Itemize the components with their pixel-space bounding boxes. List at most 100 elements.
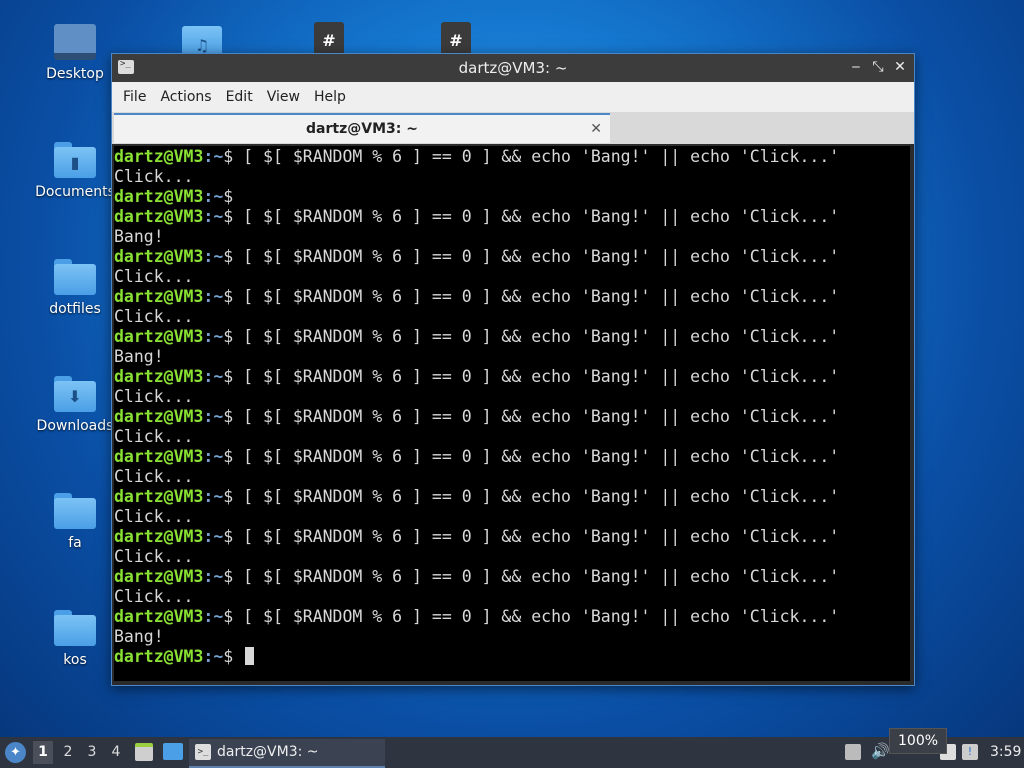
command-text: [ $[ $RANDOM % 6 ] == 0 ] && echo 'Bang!… (243, 607, 840, 626)
menu-file[interactable]: File (116, 89, 153, 105)
taskbar: ✦ 1 2 3 4 >_ dartz@VM3: ~ 🔊 ! 3:59 (0, 737, 1024, 768)
terminal-command-line: dartz@VM3:~$ [ $[ $RANDOM % 6 ] == 0 ] &… (114, 287, 910, 307)
terminal-output-line: Bang! (114, 627, 164, 646)
terminal-output-line: Click... (114, 427, 194, 446)
command-text: [ $[ $RANDOM % 6 ] == 0 ] && echo 'Bang!… (243, 447, 840, 466)
window-titlebar[interactable]: dartz@VM3: ~ ‒ ⤡ ✕ (112, 54, 914, 82)
terminal-command-line: dartz@VM3:~$ [ $[ $RANDOM % 6 ] == 0 ] &… (114, 527, 910, 547)
workspace-1[interactable]: 1 (33, 741, 53, 764)
prompt-user: dartz@VM3 (114, 187, 204, 206)
tab-bar: dartz@VM3: ~ ✕ (112, 112, 914, 144)
prompt-path: :~ (203, 367, 224, 386)
desktop-icon-desktop[interactable]: Desktop (35, 24, 115, 82)
prompt-sign: $ (223, 367, 244, 386)
terminal-cursor (245, 647, 255, 665)
command-text: [ $[ $RANDOM % 6 ] == 0 ] && echo 'Bang!… (243, 487, 840, 506)
command-text: [ $[ $RANDOM % 6 ] == 0 ] && echo 'Bang!… (243, 527, 840, 546)
prompt-path: :~ (203, 327, 224, 346)
folder-icon (54, 610, 96, 646)
prompt-sign: $ (223, 187, 244, 206)
prompt-path: :~ (203, 287, 224, 306)
notification-icon[interactable]: ! (962, 744, 978, 760)
spreadsheet-file-icon[interactable]: # (314, 22, 344, 56)
tab-terminal[interactable]: dartz@VM3: ~ ✕ (114, 113, 610, 143)
menu-edit[interactable]: Edit (219, 89, 260, 105)
prompt-path: :~ (203, 187, 224, 206)
command-text: [ $[ $RANDOM % 6 ] == 0 ] && echo 'Bang!… (243, 287, 840, 306)
terminal-command-line: dartz@VM3:~$ [ $[ $RANDOM % 6 ] == 0 ] &… (114, 487, 910, 507)
prompt-user: dartz@VM3 (114, 147, 204, 166)
menu-actions[interactable]: Actions (153, 89, 218, 105)
desktop-icon-documents[interactable]: ▮ Documents (35, 142, 115, 200)
terminal-command-line: dartz@VM3:~$ [ $[ $RANDOM % 6 ] == 0 ] &… (114, 327, 910, 347)
prompt-user: dartz@VM3 (114, 607, 204, 626)
command-text: [ $[ $RANDOM % 6 ] == 0 ] && echo 'Bang!… (243, 147, 840, 166)
terminal-command-line: dartz@VM3:~$ [ $[ $RANDOM % 6 ] == 0 ] &… (114, 247, 910, 267)
desktop-icon-label: dotfiles (49, 301, 101, 317)
menu-help[interactable]: Help (307, 89, 353, 105)
prompt-sign: $ (223, 487, 244, 506)
desktop-icon-kos[interactable]: kos (35, 610, 115, 668)
prompt-path: :~ (203, 527, 224, 546)
desktop-icon-label: Documents (35, 184, 115, 200)
prompt-user: dartz@VM3 (114, 407, 204, 426)
file-manager-icon[interactable] (135, 743, 153, 761)
terminal-window: dartz@VM3: ~ ‒ ⤡ ✕ File Actions Edit Vie… (111, 53, 915, 686)
desktop-icon-fa[interactable]: fa (35, 493, 115, 551)
tray-upload-icon[interactable] (845, 744, 861, 760)
command-text: [ $[ $RANDOM % 6 ] == 0 ] && echo 'Bang!… (243, 207, 840, 226)
terminal-command-line: dartz@VM3:~$ [ $[ $RANDOM % 6 ] == 0 ] &… (114, 367, 910, 387)
terminal-command-line: dartz@VM3:~$ [ $[ $RANDOM % 6 ] == 0 ] &… (114, 607, 910, 627)
terminal-command-line: dartz@VM3:~$ [ $[ $RANDOM % 6 ] == 0 ] &… (114, 407, 910, 427)
terminal-output-line: Click... (114, 467, 194, 486)
desktop-icon-label: Desktop (46, 66, 104, 82)
start-menu-icon[interactable]: ✦ (5, 742, 26, 763)
prompt-path: :~ (203, 647, 224, 666)
tab-close-icon[interactable]: ✕ (590, 115, 602, 143)
desktop-folder-icon (54, 24, 96, 60)
prompt-user: dartz@VM3 (114, 367, 204, 386)
taskbar-task-terminal[interactable]: >_ dartz@VM3: ~ (189, 739, 385, 768)
prompt-sign: $ (223, 147, 244, 166)
terminal-output[interactable]: dartz@VM3:~$ [ $[ $RANDOM % 6 ] == 0 ] &… (114, 146, 910, 681)
prompt-sign: $ (223, 567, 244, 586)
volume-tooltip: 100% (889, 728, 948, 754)
documents-folder-icon: ▮ (54, 142, 96, 178)
terminal-command-line: dartz@VM3:~$ [ $[ $RANDOM % 6 ] == 0 ] &… (114, 567, 910, 587)
prompt-sign: $ (223, 207, 244, 226)
terminal-output-line: Click... (114, 587, 194, 606)
close-button[interactable]: ✕ (892, 58, 908, 76)
workspace-4[interactable]: 4 (106, 741, 126, 764)
maximize-button[interactable]: ⤡ (870, 58, 886, 76)
command-text: [ $[ $RANDOM % 6 ] == 0 ] && echo 'Bang!… (243, 407, 840, 426)
downloads-folder-icon: ⬇ (54, 376, 96, 412)
prompt-user: dartz@VM3 (114, 567, 204, 586)
command-text: [ $[ $RANDOM % 6 ] == 0 ] && echo 'Bang!… (243, 327, 840, 346)
desktop-icon-dotfiles[interactable]: dotfiles (35, 259, 115, 317)
workspace-3[interactable]: 3 (82, 741, 102, 764)
prompt-path: :~ (203, 247, 224, 266)
terminal-output-line: Bang! (114, 347, 164, 366)
show-desktop-icon[interactable] (163, 743, 183, 760)
spreadsheet-file-icon[interactable]: # (441, 22, 471, 56)
prompt-sign: $ (223, 607, 244, 626)
menu-view[interactable]: View (260, 89, 307, 105)
desktop-icon-downloads[interactable]: ⬇ Downloads (35, 376, 115, 434)
folder-icon (54, 259, 96, 295)
clock[interactable]: 3:59 (990, 737, 1021, 768)
terminal-command-line: dartz@VM3:~$ (114, 647, 910, 667)
terminal-command-line: dartz@VM3:~$ [ $[ $RANDOM % 6 ] == 0 ] &… (114, 147, 910, 167)
prompt-user: dartz@VM3 (114, 527, 204, 546)
terminal-app-icon[interactable] (118, 59, 134, 74)
prompt-path: :~ (203, 487, 224, 506)
terminal-command-line: dartz@VM3:~$ [ $[ $RANDOM % 6 ] == 0 ] &… (114, 207, 910, 227)
workspace-2[interactable]: 2 (58, 741, 78, 764)
music-folder-icon[interactable]: ♫ (182, 26, 222, 56)
terminal-output-line: Click... (114, 167, 194, 186)
minimize-button[interactable]: ‒ (848, 58, 864, 76)
prompt-path: :~ (203, 407, 224, 426)
volume-icon[interactable]: 🔊 (871, 743, 890, 759)
prompt-sign: $ (223, 407, 244, 426)
desktop-icon-label: Downloads (36, 418, 114, 434)
prompt-sign: $ (223, 247, 244, 266)
